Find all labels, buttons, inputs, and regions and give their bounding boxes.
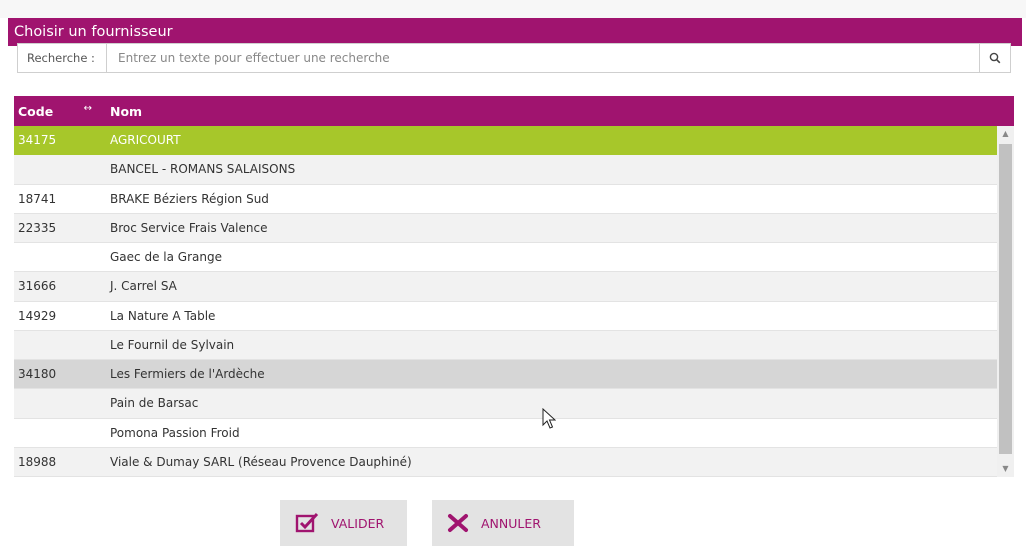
cancel-button-label: ANNULER	[481, 515, 541, 531]
supplier-code: 22335	[18, 220, 57, 235]
table-row[interactable]: 31666 J. Carrel SA	[14, 272, 997, 302]
column-header-name[interactable]: Nom	[96, 104, 1014, 119]
supplier-name: Broc Service Frais Valence	[110, 220, 268, 235]
table-row[interactable]: 18741 BRAKE Béziers Région Sud	[14, 185, 997, 214]
vertical-scrollbar[interactable]: ▲ ▼	[997, 126, 1014, 477]
table-row[interactable]: 18988 Viale & Dumay SARL (Réseau Provence…	[14, 447, 997, 477]
scrollbar-thumb[interactable]	[999, 144, 1012, 454]
mouse-pointer-icon	[542, 408, 556, 429]
supplier-code: 31666	[18, 279, 57, 294]
supplier-name: BANCEL - ROMANS SALAISONS	[110, 162, 296, 177]
supplier-code: 34175	[18, 133, 57, 148]
close-x-icon	[448, 514, 468, 532]
table-row[interactable]: 14929 La Nature A Table	[14, 302, 997, 331]
dialog-title: Choisir un fournisseur	[8, 18, 1022, 46]
grid-header: Code ↔ Nom	[14, 96, 1014, 126]
table-row[interactable]: Pomona Passion Froid	[14, 419, 997, 448]
search-icon	[989, 52, 1001, 64]
table-row[interactable]: 34180 Les Fermiers de l'Ardèche	[14, 360, 997, 390]
table-row[interactable]: 34175 AGRICOURT	[14, 126, 997, 156]
column-header-code-label: Code	[18, 103, 54, 119]
supplier-name: Gaec de la Grange	[110, 250, 222, 265]
search-label: Recherche :	[18, 44, 107, 72]
supplier-name: Les Fermiers de l'Ardèche	[110, 367, 265, 382]
supplier-name: Le Fournil de Sylvain	[110, 337, 235, 352]
column-resize-icon[interactable]: ↔	[84, 103, 92, 114]
table-row[interactable]: Le Fournil de Sylvain	[14, 330, 997, 360]
validate-button[interactable]: VALIDER	[280, 500, 407, 546]
table-row[interactable]: 22335 Broc Service Frais Valence	[14, 213, 997, 243]
search-bar: Recherche :	[17, 43, 1011, 73]
supplier-code: 18741	[18, 191, 57, 206]
supplier-name: AGRICOURT	[110, 133, 181, 148]
supplier-code: 14929	[18, 308, 57, 323]
supplier-name: Viale & Dumay SARL (Réseau Provence Daup…	[110, 454, 412, 469]
search-input[interactable]	[107, 44, 979, 72]
cancel-button[interactable]: ANNULER	[432, 500, 574, 546]
dialog-buttons: VALIDER ANNULER	[0, 500, 1026, 546]
supplier-name: La Nature A Table	[110, 308, 216, 323]
grid-body: 34175 AGRICOURT BANCEL - ROMANS SALAISONS 1…	[14, 126, 1014, 477]
table-row[interactable]: BANCEL - ROMANS SALAISONS	[14, 155, 997, 185]
supplier-code: 18988	[18, 454, 57, 469]
supplier-grid: Code ↔ Nom 34175 AGRICOURT BANCEL - ROMANS…	[14, 96, 1014, 477]
table-row[interactable]: Gaec de la Grange	[14, 243, 997, 273]
supplier-name: J. Carrel SA	[110, 279, 177, 294]
background-strip	[0, 0, 1026, 18]
validate-button-label: VALIDER	[331, 515, 385, 531]
supplier-code: 34180	[18, 367, 57, 382]
supplier-name: BRAKE Béziers Région Sud	[110, 191, 269, 206]
search-button[interactable]	[979, 44, 1010, 72]
scroll-down-arrow-icon[interactable]: ▼	[997, 461, 1014, 477]
column-header-code[interactable]: Code ↔	[14, 103, 96, 119]
scroll-up-arrow-icon[interactable]: ▲	[997, 126, 1014, 142]
checkbox-check-icon	[295, 512, 319, 533]
table-row[interactable]: Pain de Barsac	[14, 389, 997, 419]
